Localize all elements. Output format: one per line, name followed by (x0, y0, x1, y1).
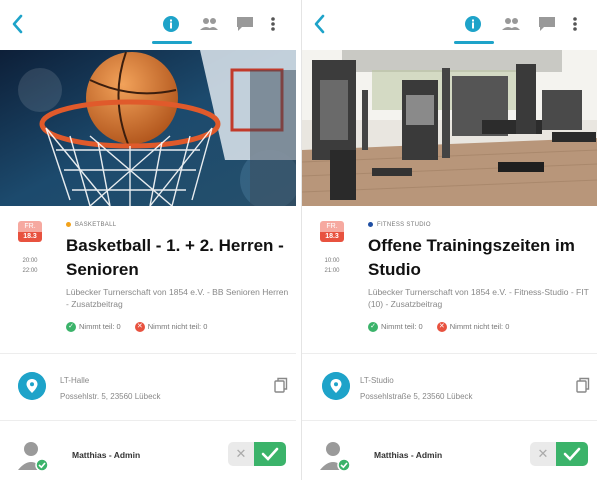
event-organization: Lübecker Turnerschaft von 1854 e.V. - Fi… (368, 287, 589, 309)
event-hero-image (302, 50, 597, 206)
chat-icon[interactable] (234, 14, 256, 34)
chevron-left-icon[interactable] (8, 12, 28, 36)
check-icon (261, 447, 279, 461)
user-name: Matthias - Admin (72, 450, 141, 460)
x-icon: ✕ (134, 322, 145, 333)
x-icon[interactable]: ✕ (530, 442, 556, 466)
check-icon (563, 447, 581, 461)
location-name: LT-Studio (360, 376, 394, 385)
user-name: Matthias - Admin (374, 450, 443, 460)
people-icon[interactable] (198, 14, 220, 34)
location-address: Possehlstraße 5, 23560 Lübeck (360, 392, 473, 401)
x-icon: ✕ (436, 322, 447, 333)
divider (302, 420, 597, 421)
category-label: BASKETBALL (75, 222, 117, 229)
end-time: 22:00 (22, 268, 38, 274)
active-tab-indicator (454, 41, 494, 44)
location-pin-icon (322, 372, 350, 400)
date-weekday: FR. (18, 221, 42, 232)
copy-icon[interactable] (274, 377, 288, 393)
chat-icon[interactable] (536, 14, 558, 34)
copy-icon[interactable] (576, 377, 590, 393)
date-weekday: FR. (320, 221, 344, 232)
start-time: 10:00 (324, 258, 340, 264)
not-attending-count: ✕ Nimmt nicht teil: 0 (134, 322, 207, 333)
chevron-left-icon[interactable] (310, 12, 330, 36)
attending-count: ✓ Nimmt teil: 0 (66, 322, 121, 333)
check-icon: ✓ (368, 322, 378, 333)
category-dot (66, 222, 71, 227)
start-time: 20:00 (22, 258, 38, 264)
not-attending-count: ✕ Nimmt nicht teil: 0 (436, 322, 509, 333)
info-icon[interactable] (160, 14, 182, 34)
attending-count: ✓ Nimmt teil: 0 (368, 322, 423, 333)
category-label: FITNESS STUDIO (377, 222, 431, 229)
event-organization: Lübecker Turnerschaft von 1854 e.V. - BB… (66, 287, 289, 309)
divider (302, 353, 597, 354)
check-button[interactable] (254, 442, 286, 466)
attendance-toggle[interactable]: ✕ (228, 442, 286, 466)
top-navigation-bar (0, 0, 296, 46)
event-times: 20:00 22:00 (16, 256, 44, 276)
event-date-badge: FR. 18.3 (18, 221, 42, 242)
active-tab-indicator (152, 41, 192, 44)
event-date-badge: FR. 18.3 (320, 221, 344, 242)
category-dot (368, 222, 373, 227)
event-category: BASKETBALL (66, 222, 116, 228)
location-pin-icon (18, 372, 46, 400)
event-detail-panel-left: FR. 18.3 20:00 22:00 BASKETBALL Basketba… (0, 0, 296, 480)
user-avatar-icon (18, 442, 48, 472)
divider (0, 353, 296, 354)
end-time: 21:00 (324, 268, 340, 274)
check-icon: ✓ (66, 322, 76, 333)
date-number: 18.3 (18, 232, 42, 242)
event-title: Basketball - 1. + 2. Herren - Senioren (66, 236, 284, 279)
top-navigation-bar (302, 0, 597, 46)
event-category: FITNESS STUDIO (368, 222, 431, 228)
location-name: LT-Halle (60, 376, 90, 385)
divider (0, 420, 296, 421)
attendance-status: ✓ Nimmt teil: 0 ✕ Nimmt nicht teil: 0 (368, 322, 521, 333)
event-detail-panel-right: FR. 18.3 10:00 21:00 FITNESS STUDIO Offe… (301, 0, 597, 480)
people-icon[interactable] (500, 14, 522, 34)
x-icon[interactable]: ✕ (228, 442, 254, 466)
more-vertical-icon[interactable] (570, 14, 580, 34)
attendance-toggle[interactable]: ✕ (530, 442, 588, 466)
info-icon[interactable] (462, 14, 484, 34)
user-avatar-icon (320, 442, 350, 472)
attendance-status: ✓ Nimmt teil: 0 ✕ Nimmt nicht teil: 0 (66, 322, 219, 333)
check-button[interactable] (556, 442, 588, 466)
event-title: Offene Trainingszeiten im Studio (368, 236, 575, 279)
location-address: Possehlstr. 5, 23560 Lübeck (60, 392, 161, 401)
event-hero-image (0, 50, 296, 206)
date-number: 18.3 (320, 232, 344, 242)
more-vertical-icon[interactable] (268, 14, 278, 34)
event-times: 10:00 21:00 (318, 256, 346, 276)
